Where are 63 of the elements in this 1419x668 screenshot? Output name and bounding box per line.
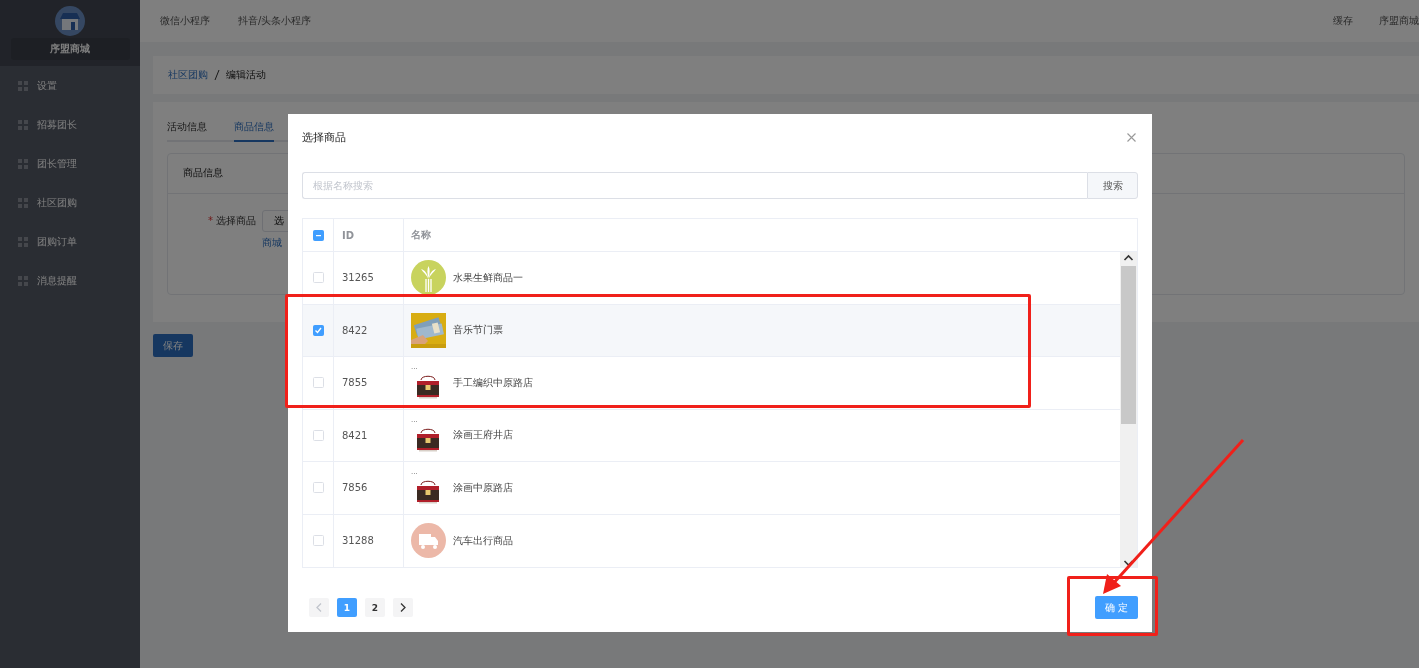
confirm-button[interactable]: 确 定: [1095, 596, 1138, 619]
nav-link[interactable]: 序盟商城: [1379, 14, 1419, 28]
slash-icon: [214, 70, 220, 80]
grid-icon: [18, 236, 28, 247]
table-row[interactable]: 8422 音乐节门票: [303, 304, 1120, 357]
product-name: 水果生鲜商品一: [453, 270, 523, 285]
sidebar-label: 消息提醒: [37, 273, 77, 288]
breadcrumb-item[interactable]: 社区团购: [168, 68, 208, 82]
column-header: ID: [334, 219, 404, 251]
grid-icon: [18, 80, 28, 91]
save-button[interactable]: 保存: [153, 334, 193, 357]
nav-link[interactable]: 缓存: [1333, 14, 1353, 28]
table-cell: 8422: [334, 304, 404, 356]
sidebar-label: 团长管理: [37, 156, 77, 171]
scroll-thumb[interactable]: [1121, 266, 1136, 424]
scrollbar[interactable]: [1120, 252, 1137, 567]
table-cell: 31265: [334, 252, 404, 304]
dialog-title: 选择商品: [302, 130, 346, 145]
sidebar-item[interactable]: 消息提醒: [0, 261, 140, 300]
table-cell: 8421: [334, 409, 404, 461]
product-name: 涂画王府井店: [453, 428, 513, 443]
grid-icon: [18, 119, 28, 130]
next-page-button[interactable]: [393, 598, 413, 617]
sidebar-label: 招募团长: [37, 117, 77, 132]
sidebar-label: 设置: [37, 78, 57, 93]
nav-link[interactable]: 微信小程序: [160, 14, 210, 28]
grid-icon: [18, 275, 28, 286]
checkbox[interactable]: [312, 324, 324, 336]
product-name: 汽车出行商品: [453, 533, 513, 548]
close-icon[interactable]: [1127, 133, 1136, 142]
required-mark: *: [208, 215, 213, 226]
product-name: 音乐节门票: [453, 323, 503, 338]
table-cell: 7855: [334, 357, 404, 409]
chevron-right-icon: [400, 603, 406, 612]
sidebar-label: 团购订单: [37, 234, 77, 249]
column-header: 名称: [410, 228, 432, 242]
product-name: 手工编织中原路店: [453, 375, 533, 390]
grid-icon: [18, 197, 28, 208]
brand-name: 序盟商城: [10, 38, 130, 60]
table-cell: 31288: [334, 514, 404, 567]
tab[interactable]: 商品信息: [234, 120, 274, 142]
page-button[interactable]: 1: [337, 598, 357, 617]
breadcrumb-item: 编辑活动: [226, 68, 266, 82]
sidebar-item[interactable]: 招募团长: [0, 105, 140, 144]
sidebar-label: 社区团购: [37, 195, 77, 210]
sidebar-item[interactable]: 团购订单: [0, 222, 140, 261]
field-label: 选择商品: [216, 215, 256, 226]
table-cell: 7856: [334, 462, 404, 514]
grid-icon: [18, 158, 28, 169]
sidebar-item[interactable]: 社区团购: [0, 183, 140, 222]
tab[interactable]: 活动信息: [167, 120, 207, 142]
table-row[interactable]: 31265 水果生鲜商品一: [303, 252, 1120, 305]
sidebar-item[interactable]: 设置: [0, 66, 140, 105]
truck-icon: [411, 523, 446, 559]
wheat-icon: [411, 260, 446, 296]
product-name: 涂画中原路店: [453, 480, 513, 495]
search-button[interactable]: 搜索: [1087, 172, 1138, 199]
page-button[interactable]: 2: [365, 598, 385, 617]
chevron-left-icon: [316, 603, 322, 612]
checkbox[interactable]: [312, 229, 324, 241]
sidebar-item[interactable]: 团长管理: [0, 144, 140, 183]
nav-link[interactable]: 抖音/头条小程序: [238, 14, 312, 28]
store-icon: [55, 6, 85, 36]
